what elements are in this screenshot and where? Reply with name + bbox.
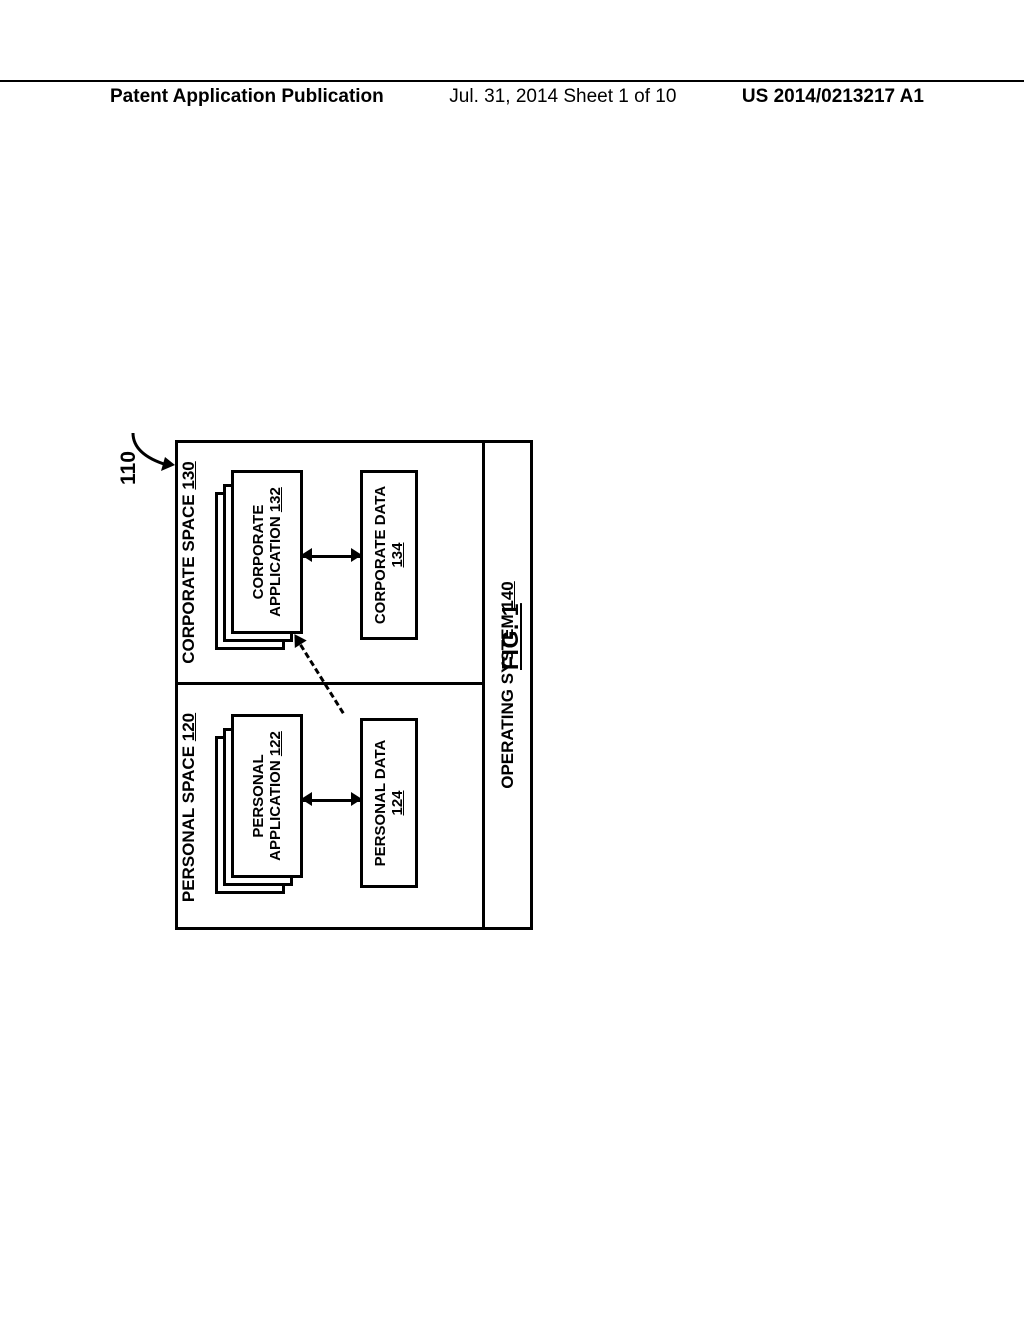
personal-app-data-arrow bbox=[303, 799, 360, 802]
personal-data-text: PERSONAL DATA bbox=[372, 740, 389, 867]
personal-application-text: PERSONAL APPLICATION bbox=[250, 754, 284, 861]
header-publication: Patent Application Publication bbox=[110, 82, 384, 108]
corporate-space-title: CORPORATE SPACE 130 bbox=[179, 440, 199, 685]
page-header: Patent Application Publication Jul. 31, … bbox=[0, 80, 1024, 114]
reference-leader-icon bbox=[127, 425, 177, 475]
personal-application-num: 122 bbox=[267, 731, 284, 756]
header-date-sheet: Jul. 31, 2014 Sheet 1 of 10 bbox=[449, 82, 676, 108]
personal-space-title-text: PERSONAL SPACE bbox=[179, 741, 198, 902]
operating-system-num: 140 bbox=[498, 581, 517, 609]
space-divider bbox=[175, 682, 485, 685]
corporate-data-text: CORPORATE DATA bbox=[372, 486, 389, 624]
corporate-application-box: CORPORATE APPLICATION 132 bbox=[215, 470, 305, 650]
personal-data-num: 124 bbox=[389, 790, 406, 815]
corporate-space-title-text: CORPORATE SPACE bbox=[179, 490, 198, 664]
personal-data-box: PERSONAL DATA 124 bbox=[360, 718, 418, 888]
corporate-space-title-num: 130 bbox=[179, 461, 198, 489]
corporate-app-data-arrow bbox=[303, 555, 360, 558]
personal-application-box: PERSONAL APPLICATION 122 bbox=[215, 714, 305, 894]
personal-space-title-num: 120 bbox=[179, 713, 198, 741]
corporate-application-text: CORPORATE APPLICATION bbox=[250, 505, 284, 617]
system-diagram: 110 PERSONAL SPACE 120 CORPORATE SPACE 1… bbox=[175, 440, 535, 930]
corporate-data-num: 134 bbox=[389, 543, 406, 568]
header-pubnumber: US 2014/0213217 A1 bbox=[742, 82, 924, 108]
corporate-data-box: CORPORATE DATA 134 bbox=[360, 470, 418, 640]
operating-system-box: OPERATING SYSTEM 140 bbox=[485, 440, 533, 930]
personal-space-title: PERSONAL SPACE 120 bbox=[179, 685, 199, 930]
operating-system-text: OPERATING SYSTEM bbox=[498, 610, 517, 789]
corporate-application-num: 132 bbox=[267, 487, 284, 512]
page: Patent Application Publication Jul. 31, … bbox=[0, 0, 1024, 1320]
